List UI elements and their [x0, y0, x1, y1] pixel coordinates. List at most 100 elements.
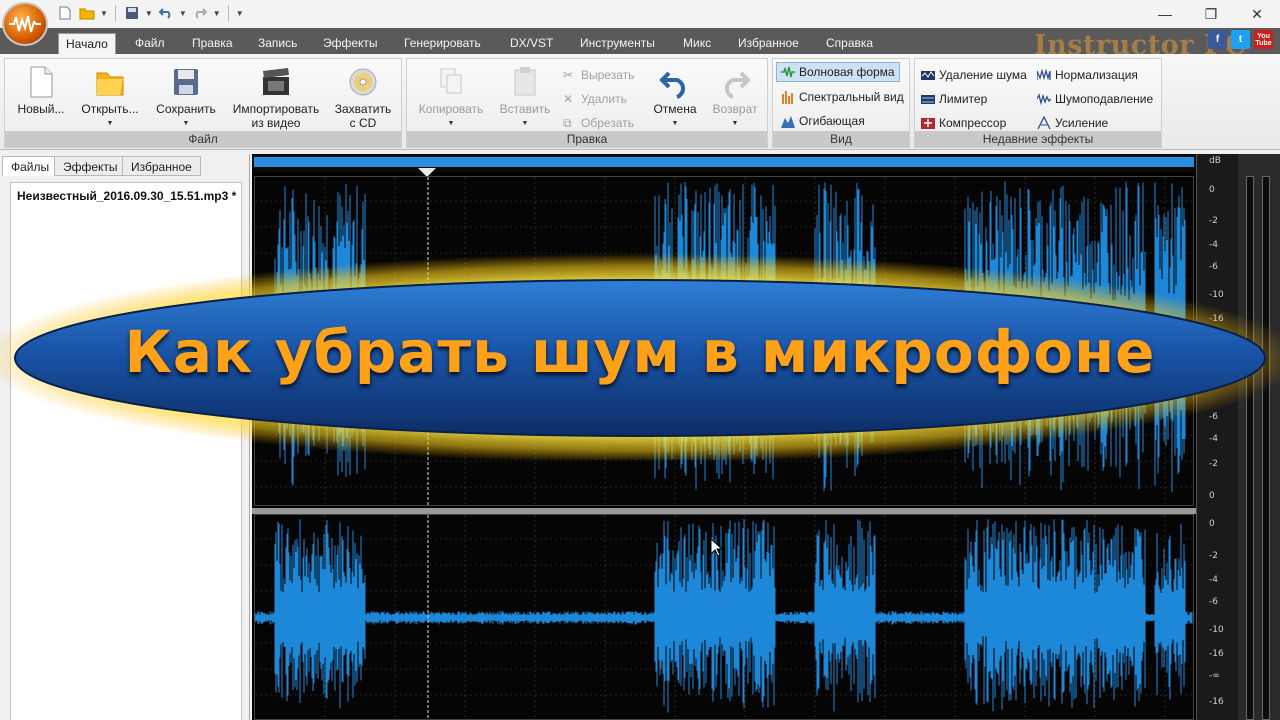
level-meter-left: [1246, 176, 1254, 720]
new-file-icon[interactable]: [56, 4, 74, 22]
youtube-icon[interactable]: You Tube: [1254, 30, 1273, 49]
chevron-down-icon: ▼: [671, 120, 679, 127]
open-folder-icon[interactable]: [78, 4, 96, 22]
trim-button[interactable]: ⧉ Обрезать: [563, 113, 634, 133]
waveform-view-button[interactable]: Волновая форма: [776, 62, 900, 82]
tab-tools[interactable]: Инструменты: [573, 33, 662, 54]
tab-help[interactable]: Справка: [819, 33, 880, 54]
envelope-view-button[interactable]: Огибающая: [781, 111, 865, 131]
ribbon-group-file: Новый... Открыть... ▼ Сохранить ▼ Импорт…: [4, 58, 402, 148]
timeline-overview[interactable]: [252, 154, 1196, 172]
scale-tick: -4: [1209, 434, 1218, 444]
tab-favorites[interactable]: Избранное: [731, 33, 806, 54]
save-icon[interactable]: [123, 4, 141, 22]
noise-gate-button[interactable]: Шумоподавление: [1036, 89, 1153, 109]
scale-tick: 0: [1209, 519, 1215, 529]
facebook-icon[interactable]: f: [1208, 30, 1227, 49]
open-folder-icon: [94, 65, 126, 99]
chevron-down-icon: ▼: [447, 120, 455, 127]
minimize-button[interactable]: —: [1142, 0, 1188, 28]
tab-record[interactable]: Запись: [251, 33, 304, 54]
chevron-down-icon[interactable]: ▼: [213, 9, 221, 18]
scale-tick: -16: [1209, 697, 1224, 707]
close-button[interactable]: ✕: [1234, 0, 1280, 28]
restore-button[interactable]: ❐: [1188, 0, 1234, 28]
tab-dx-vst[interactable]: DX/VST: [503, 33, 560, 54]
channel-right[interactable]: [254, 514, 1194, 720]
tab-generate[interactable]: Генерировать: [397, 33, 488, 54]
waveform-right-channel: [254, 515, 1193, 720]
left-panel: Файлы Эффекты Избранное Неизвестный_2016…: [0, 154, 250, 720]
delete-button[interactable]: ✕ Удалить: [563, 89, 627, 109]
compressor-button[interactable]: Компрессор: [921, 113, 1006, 133]
new-button[interactable]: Новый...: [11, 61, 71, 116]
copy-icon: [435, 65, 467, 99]
undo-icon[interactable]: [157, 4, 175, 22]
noise-gate-icon: [1036, 92, 1052, 106]
save-disk-icon: [170, 65, 202, 99]
paste-clipboard-icon: [509, 65, 541, 99]
list-item[interactable]: Неизвестный_2016.09.30_15.51.mp3 *: [17, 189, 236, 203]
normalization-button[interactable]: Нормализация: [1036, 65, 1138, 85]
tab-home[interactable]: Начало: [58, 33, 116, 54]
tab-effects-panel[interactable]: Эффекты: [54, 156, 127, 176]
twitter-icon[interactable]: t: [1231, 30, 1250, 49]
ribbon-group-recent-effects: Удаление шума Лимитер Компрессор Нормали…: [914, 58, 1162, 148]
amplify-button[interactable]: Усиление: [1037, 113, 1108, 133]
trim-icon: ⧉: [563, 116, 572, 130]
ribbon-group-view: Волновая форма Спектральный вид Огибающа…: [772, 58, 910, 148]
film-clapper-icon: [260, 65, 292, 99]
cut-button[interactable]: ✂ Вырезать: [563, 65, 634, 85]
chevron-down-icon[interactable]: ▼: [145, 9, 153, 18]
title-bar: ▼ ▼ ▼ ▼ ▼ — ❐ ✕: [0, 0, 1280, 28]
scale-tick: -4: [1209, 575, 1218, 585]
group-label-file: Файл: [5, 131, 401, 147]
limiter-icon: [921, 92, 935, 106]
tab-effects[interactable]: Эффекты: [316, 33, 385, 54]
level-meters: [1238, 154, 1280, 720]
delete-x-icon: ✕: [563, 92, 574, 106]
copy-button[interactable]: Копировать ▼: [413, 61, 489, 131]
scale-tick: -2: [1209, 216, 1218, 226]
chevron-down-icon[interactable]: ▼: [179, 9, 187, 18]
scale-tick: -10: [1209, 290, 1224, 300]
tab-files[interactable]: Файлы: [2, 156, 59, 176]
window-controls: — ❐ ✕: [1142, 0, 1280, 28]
scale-tick: -∞: [1209, 671, 1220, 681]
chevron-down-icon: ▼: [521, 120, 529, 127]
tab-favorites-panel[interactable]: Избранное: [122, 156, 201, 176]
open-button[interactable]: Открыть... ▼: [77, 61, 143, 131]
tab-edit[interactable]: Правка: [185, 33, 240, 54]
tab-file[interactable]: Файл: [128, 33, 172, 54]
customize-toolbar-icon[interactable]: ▼: [236, 9, 244, 18]
spectral-view-button[interactable]: Спектральный вид: [781, 87, 904, 107]
undo-button[interactable]: Отмена ▼: [647, 61, 703, 131]
group-label-edit: Правка: [407, 131, 767, 147]
scale-tick: -6: [1209, 597, 1218, 607]
save-button[interactable]: Сохранить ▼: [153, 61, 219, 131]
chevron-down-icon: ▼: [731, 120, 739, 127]
paste-button[interactable]: Вставить ▼: [493, 61, 557, 131]
ribbon: Новый... Открыть... ▼ Сохранить ▼ Импорт…: [0, 54, 1280, 150]
chevron-down-icon[interactable]: ▼: [100, 9, 108, 18]
chevron-down-icon: ▼: [182, 120, 190, 127]
group-label-view: Вид: [773, 131, 909, 147]
noise-removal-button[interactable]: Удаление шума: [921, 65, 1027, 85]
level-meter-right: [1262, 176, 1270, 720]
waveform-editor[interactable]: dB 0 -2 -4 -6 -10 -16 -6 -4 -2 0 0 -2 -4…: [252, 154, 1280, 720]
undo-arrow-icon: [659, 65, 691, 99]
redo-button[interactable]: Возврат ▼: [707, 61, 763, 131]
spectral-icon: [781, 90, 795, 104]
redo-icon[interactable]: [191, 4, 209, 22]
scale-tick: -6: [1209, 412, 1218, 422]
scale-tick: -4: [1209, 240, 1218, 250]
scale-tick: 0: [1209, 185, 1215, 195]
limiter-button[interactable]: Лимитер: [921, 89, 987, 109]
mouse-cursor-icon: [710, 538, 724, 557]
capture-cd-button[interactable]: Захватить с CD: [331, 61, 395, 130]
app-logo-icon[interactable]: [2, 2, 48, 46]
scissors-icon: ✂: [563, 68, 574, 82]
tab-mix[interactable]: Микс: [676, 33, 718, 54]
import-from-video-button[interactable]: Импортировать из видео: [229, 61, 323, 130]
banner-title: Как убрать шум в микрофоне: [124, 318, 1156, 386]
